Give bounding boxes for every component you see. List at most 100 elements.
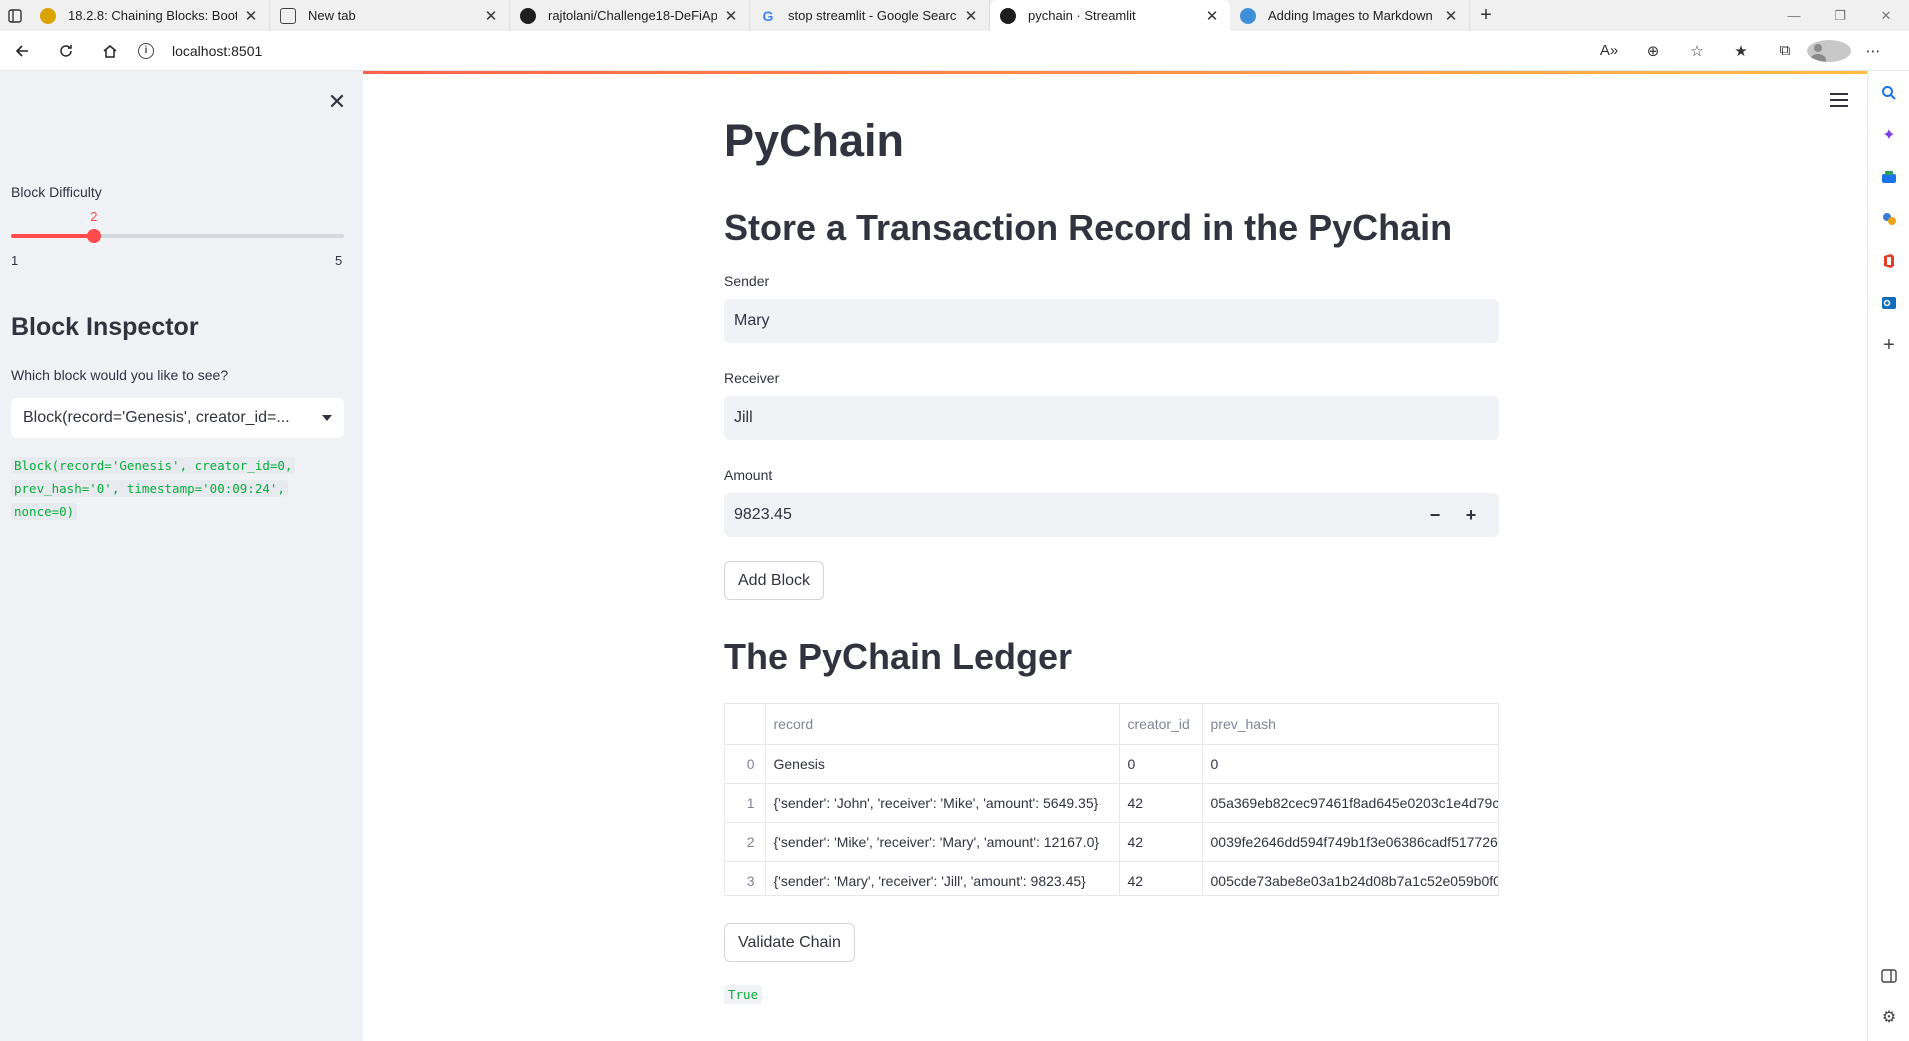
close-tab-icon[interactable]: ✕ xyxy=(243,7,259,25)
bootcamp-favicon xyxy=(40,7,56,24)
difficulty-slider[interactable] xyxy=(11,229,344,243)
edge-sidebar: ✦ + ⚙ xyxy=(1867,71,1909,1041)
creator-id-cell[interactable]: 42 xyxy=(1119,783,1203,823)
row-index: 0 xyxy=(725,744,766,784)
block-code-text: Block(record='Genesis', creator_id=0, pr… xyxy=(11,457,296,520)
browser-tab-github[interactable]: rajtolani/Challenge18-DeFiApp ✕ xyxy=(510,0,750,31)
close-tab-icon[interactable]: ✕ xyxy=(723,7,739,25)
copilot-icon[interactable]: ✦ xyxy=(1879,125,1899,145)
decrement-icon[interactable]: − xyxy=(1417,505,1453,526)
more-menu-icon[interactable]: ⋯ xyxy=(1851,42,1895,60)
refresh-icon[interactable] xyxy=(44,31,88,71)
hide-sidebar-icon[interactable] xyxy=(1879,966,1899,986)
record-cell[interactable]: {'sender': 'Mike', 'receiver': 'Mary', '… xyxy=(765,822,1120,862)
restore-icon[interactable]: ❐ xyxy=(1817,0,1863,31)
tab-title: rajtolani/Challenge18-DeFiApp xyxy=(548,8,717,23)
sidebar: ✕ Block Difficulty 2 1 5 Block Inspector… xyxy=(0,71,363,1041)
browser-toolbar: A» ⊕ ☆ ★ ⧉ ⋯ xyxy=(1587,39,1909,62)
amount-value: 9823.45 xyxy=(734,506,792,523)
table-row: 2 {'sender': 'Mike', 'receiver': 'Mary',… xyxy=(725,822,1498,862)
creator-id-cell[interactable]: 42 xyxy=(1119,861,1203,895)
sender-value: Mary xyxy=(734,312,770,329)
validation-result: True xyxy=(724,985,763,1004)
home-icon[interactable] xyxy=(88,31,132,71)
record-cell[interactable]: Genesis xyxy=(765,744,1120,784)
store-heading: Store a Transaction Record in the PyChai… xyxy=(724,207,1453,248)
close-tab-icon[interactable]: ✕ xyxy=(1443,7,1459,25)
read-aloud-icon[interactable]: A» xyxy=(1587,42,1631,59)
add-block-button[interactable]: Add Block xyxy=(724,561,825,600)
profile-icon[interactable] xyxy=(1807,39,1851,62)
new-tab-icon[interactable]: + xyxy=(1470,0,1502,31)
receiver-input[interactable]: Jill xyxy=(724,396,1499,440)
record-header[interactable]: record xyxy=(765,704,1120,745)
close-window-icon[interactable]: ✕ xyxy=(1863,0,1909,31)
prev-hash-cell[interactable]: 05a369eb82cec97461f8ad645e0203c1e4d79c xyxy=(1202,783,1498,823)
back-icon[interactable] xyxy=(0,31,44,71)
slider-fill xyxy=(11,234,95,238)
outlook-icon[interactable] xyxy=(1879,293,1899,313)
prev-hash-header[interactable]: prev_hash xyxy=(1202,704,1498,745)
url-field[interactable]: i localhost:8501 xyxy=(138,42,263,59)
tab-actions-menu-icon[interactable] xyxy=(0,0,30,31)
settings-gear-icon[interactable]: ⚙ xyxy=(1879,1007,1899,1027)
collections-icon[interactable]: ⧉ xyxy=(1763,42,1807,59)
record-cell[interactable]: {'sender': 'Mary', 'receiver': 'Jill', '… xyxy=(765,861,1120,895)
table-row: 3 {'sender': 'Mary', 'receiver': 'Jill',… xyxy=(725,861,1498,895)
block-selectbox[interactable]: Block(record='Genesis', creator_id=... xyxy=(11,398,344,438)
validate-chain-button[interactable]: Validate Chain xyxy=(724,923,855,962)
selected-block-value: Block(record='Genesis', creator_id=... xyxy=(23,409,290,426)
github-favicon xyxy=(520,7,536,24)
browser-tab-markdown[interactable]: Adding Images to Markdown Pa ✕ xyxy=(1230,0,1470,31)
minimize-icon[interactable]: — xyxy=(1771,0,1817,31)
tab-title: Adding Images to Markdown Pa xyxy=(1268,8,1437,23)
favorite-add-icon[interactable]: ☆ xyxy=(1675,42,1719,60)
browser-tab-newtab[interactable]: New tab ✕ xyxy=(270,0,510,31)
difficulty-label: Block Difficulty xyxy=(11,184,102,200)
browser-tab-streamlit[interactable]: pychain · Streamlit ✕ xyxy=(990,0,1230,31)
favorites-icon[interactable]: ★ xyxy=(1719,42,1763,60)
block-code-output: Block(record='Genesis', creator_id=0, pr… xyxy=(11,454,331,523)
globe-favicon xyxy=(1240,7,1256,24)
tab-title: pychain · Streamlit xyxy=(1028,8,1136,23)
url-text: localhost:8501 xyxy=(172,42,263,59)
prev-hash-cell[interactable]: 0039fe2646dd594f749b1f3e06386cadf517726 xyxy=(1202,822,1498,862)
slider-thumb[interactable] xyxy=(87,229,102,243)
page-title: PyChain xyxy=(724,115,905,166)
receiver-value: Jill xyxy=(734,409,753,426)
creator-id-cell[interactable]: 42 xyxy=(1119,822,1203,862)
creator-id-cell[interactable]: 0 xyxy=(1119,744,1203,784)
zoom-icon[interactable]: ⊕ xyxy=(1631,42,1675,60)
ledger-heading: The PyChain Ledger xyxy=(724,636,1073,677)
search-icon[interactable] xyxy=(1879,83,1899,103)
tab-title: stop streamlit - Google Search xyxy=(788,8,957,23)
creator-id-header[interactable]: creator_id xyxy=(1119,704,1203,745)
hamburger-menu-icon[interactable] xyxy=(1830,93,1848,111)
block-inspector-heading: Block Inspector xyxy=(11,313,199,341)
amount-input[interactable]: 9823.45 − + xyxy=(724,493,1499,537)
close-tab-icon[interactable]: ✕ xyxy=(1204,7,1220,25)
shopping-icon[interactable] xyxy=(1879,167,1899,187)
newtab-favicon xyxy=(280,7,296,24)
site-info-icon[interactable]: i xyxy=(138,42,154,59)
browser-tab-google[interactable]: G stop streamlit - Google Search ✕ xyxy=(750,0,990,31)
browser-tab-bootcamp[interactable]: 18.2.8: Chaining Blocks: Bootcam ✕ xyxy=(30,0,270,31)
close-sidebar-icon[interactable]: ✕ xyxy=(326,89,348,115)
record-cell[interactable]: {'sender': 'John', 'receiver': 'Mike', '… xyxy=(765,783,1120,823)
ledger-table[interactable]: record creator_id prev_hash 0 Genesis 0 … xyxy=(724,703,1499,896)
google-favicon: G xyxy=(762,7,774,24)
row-index: 3 xyxy=(725,861,766,895)
streamlit-favicon xyxy=(1000,7,1016,24)
prev-hash-cell[interactable]: 0 xyxy=(1202,744,1498,784)
close-tab-icon[interactable]: ✕ xyxy=(963,7,979,25)
sender-input[interactable]: Mary xyxy=(724,299,1499,343)
prev-hash-cell[interactable]: 005cde73abe8e03a1b24d08b7a1c52e059b0f0 xyxy=(1202,861,1498,895)
close-tab-icon[interactable]: ✕ xyxy=(483,7,499,25)
sender-label: Sender xyxy=(724,273,770,289)
office-icon[interactable] xyxy=(1879,251,1899,271)
increment-icon[interactable]: + xyxy=(1453,505,1489,526)
add-sidebar-app-icon[interactable]: + xyxy=(1879,334,1899,356)
tools-icon[interactable] xyxy=(1879,209,1899,229)
tab-title: 18.2.8: Chaining Blocks: Bootcam xyxy=(68,8,237,23)
slider-min-label: 1 xyxy=(11,253,19,268)
